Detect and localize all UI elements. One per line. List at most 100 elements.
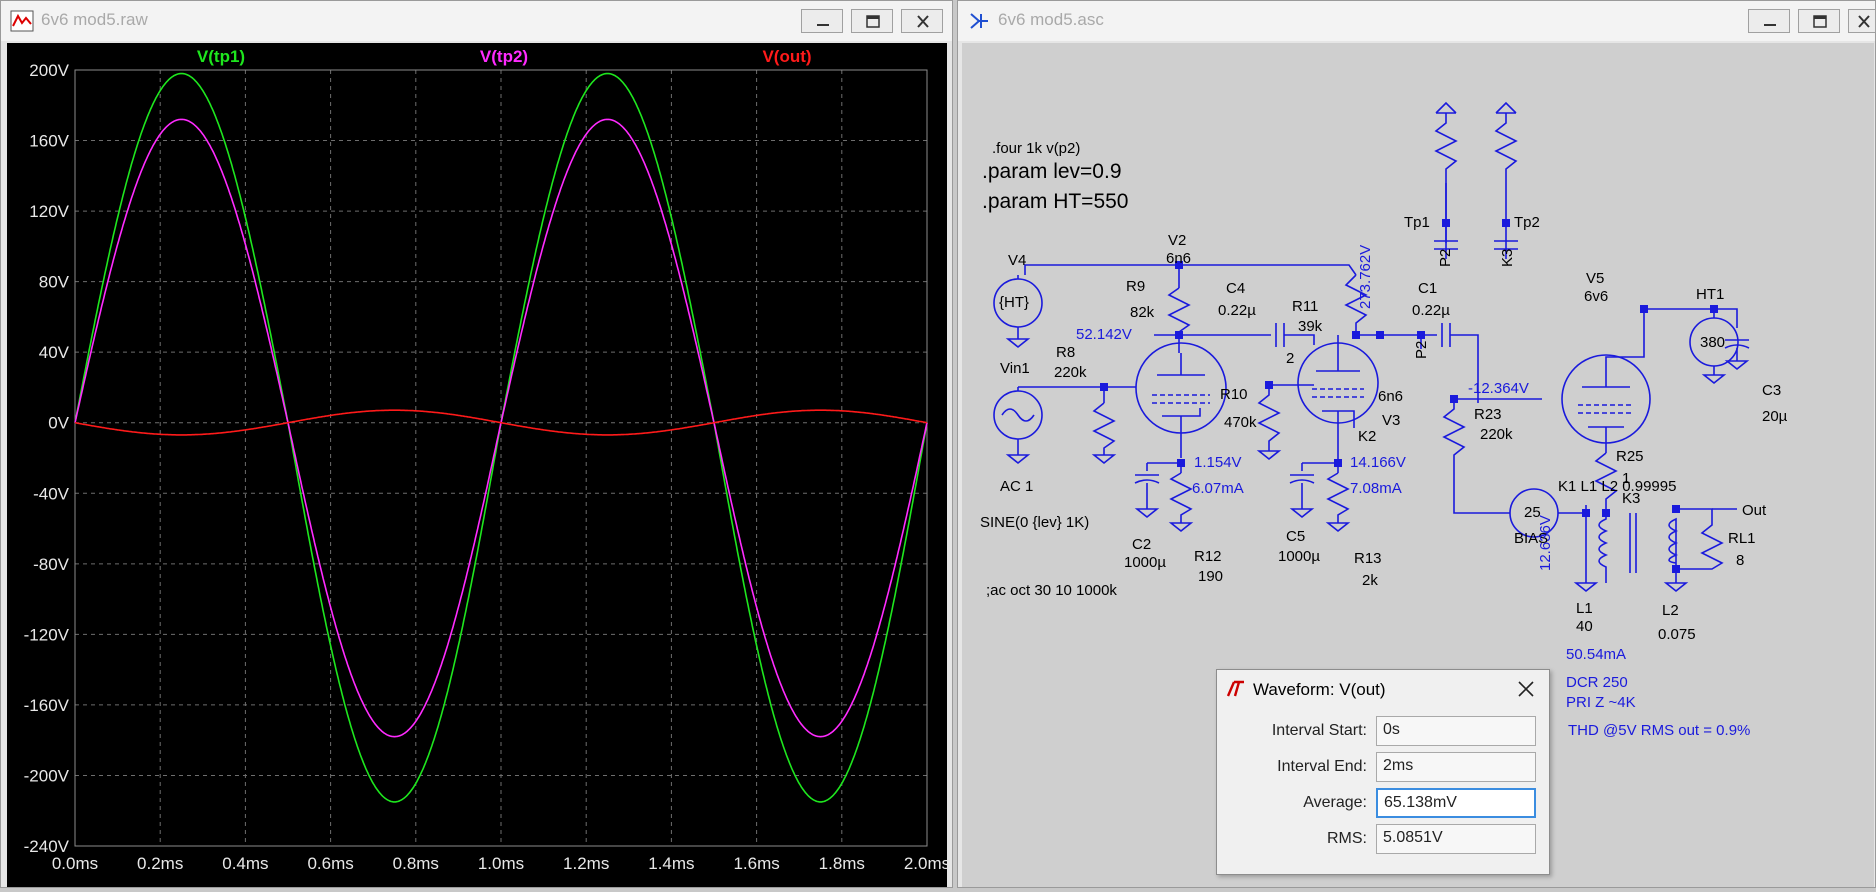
r25-value[interactable]: 1 (1622, 471, 1630, 486)
ac-directive[interactable]: ;ac oct 30 10 1000k (986, 583, 1117, 598)
plot-grid (74, 69, 928, 847)
r10-label[interactable]: R10 (1220, 387, 1248, 402)
minimize-icon (817, 24, 829, 26)
l2-label[interactable]: L2 (1662, 603, 1679, 618)
rl1-label[interactable]: RL1 (1728, 531, 1756, 546)
coupling-directive[interactable]: K1 L1 L2 0.99995 (1558, 479, 1676, 494)
r25-label[interactable]: R25 (1616, 449, 1644, 464)
net-label-p2-top[interactable]: P2 (1437, 249, 1454, 267)
r12-value[interactable]: 190 (1198, 569, 1223, 584)
c4-value[interactable]: 0.22µ (1218, 303, 1256, 318)
v2-label[interactable]: V2 (1168, 233, 1186, 248)
close-icon (917, 15, 929, 28)
c2-label[interactable]: C2 (1132, 537, 1151, 552)
r8-label[interactable]: R8 (1056, 345, 1075, 360)
l1-value[interactable]: 40 (1576, 619, 1593, 634)
sine-source-value[interactable]: SINE(0 {lev} 1K) (980, 515, 1089, 530)
net-label-k3[interactable]: K3 (1622, 491, 1640, 506)
param-lev-directive[interactable]: .param lev=0.9 (982, 161, 1122, 182)
c5-label[interactable]: C5 (1286, 529, 1305, 544)
minimize-button[interactable] (801, 9, 843, 33)
net-label-out[interactable]: Out (1742, 503, 1766, 518)
net-label-k3-top[interactable]: K3 (1499, 249, 1516, 267)
net-label-tp2[interactable]: Tp2 (1514, 215, 1540, 230)
c1-label[interactable]: C1 (1418, 281, 1437, 296)
note-pri-z[interactable]: PRI Z ~4K (1566, 695, 1636, 710)
r23-value[interactable]: 220k (1480, 427, 1513, 442)
x-tick-label: 2.0ms (904, 854, 947, 873)
schematic-titlebar[interactable]: 6v6 mod5.asc (958, 1, 1876, 41)
close-icon (1858, 15, 1870, 28)
rl1-value[interactable]: 8 (1736, 553, 1744, 568)
maximize-button[interactable] (1798, 9, 1840, 33)
legend-item[interactable]: V(out) (762, 47, 811, 66)
op-current-r12: 6.07mA (1192, 480, 1244, 497)
net-label-2[interactable]: 2 (1286, 351, 1294, 366)
x-tick-label: 1.0ms (478, 854, 524, 873)
minimize-button[interactable] (1748, 9, 1790, 33)
rms-field[interactable]: 5.0851V (1376, 824, 1536, 854)
vin1-value[interactable]: AC 1 (1000, 479, 1033, 494)
r13-label[interactable]: R13 (1354, 551, 1382, 566)
y-tick-label: 80V (39, 273, 70, 292)
r9-label[interactable]: R9 (1126, 279, 1145, 294)
dialog-close-icon[interactable] (1515, 678, 1537, 700)
c4-label[interactable]: C4 (1226, 281, 1245, 296)
v2-value[interactable]: 6n6 (1166, 251, 1191, 266)
r23-label[interactable]: R23 (1474, 407, 1502, 422)
interval-start-field[interactable]: 0s (1376, 716, 1536, 746)
l1-label[interactable]: L1 (1576, 601, 1593, 616)
x-tick-label: 1.8ms (819, 854, 865, 873)
waveform-viewer-window: 6v6 mod5.raw 200V 160V 120V 80V 40V 0V -40V -80… (0, 0, 953, 888)
net-label-k2[interactable]: K2 (1358, 429, 1376, 444)
v4-value[interactable]: {HT} (999, 295, 1029, 310)
ht1-label[interactable]: HT1 (1696, 287, 1724, 302)
average-label: Average: (1303, 794, 1367, 811)
close-button[interactable] (901, 9, 943, 33)
c3-value[interactable]: 20µ (1762, 409, 1787, 424)
r12-label[interactable]: R12 (1194, 549, 1222, 564)
v5-label[interactable]: V5 (1586, 271, 1604, 286)
r11-value[interactable]: 39k (1298, 319, 1322, 334)
v4-label[interactable]: V4 (1008, 253, 1026, 268)
average-field[interactable]: 65.138mV (1376, 788, 1536, 818)
schematic-app-icon (970, 13, 988, 29)
plot-titlebar[interactable]: 6v6 mod5.raw (1, 1, 952, 41)
c1-value[interactable]: 0.22µ (1412, 303, 1450, 318)
waveform-plot[interactable]: 200V 160V 120V 80V 40V 0V -40V -80V -120V -160V -2… (7, 43, 951, 887)
maximize-button[interactable] (851, 9, 893, 33)
x-tick-label: 1.4ms (648, 854, 694, 873)
r11-label[interactable]: R11 (1292, 299, 1318, 314)
r13-value[interactable]: 2k (1362, 573, 1378, 588)
c3-label[interactable]: C3 (1762, 383, 1781, 398)
net-label-p2[interactable]: P2 (1413, 341, 1430, 359)
c5-value[interactable]: 1000µ (1278, 549, 1320, 564)
four-directive[interactable]: .four 1k v(p2) (992, 141, 1080, 156)
legend-item[interactable]: V(tp2) (480, 47, 528, 66)
legend-item[interactable]: V(tp1) (197, 47, 245, 66)
r9-value[interactable]: 82k (1130, 305, 1154, 320)
close-button[interactable] (1848, 9, 1876, 33)
op-voltage-v2-plate: 52.142V (1076, 326, 1132, 343)
trace-vtp2[interactable] (74, 118, 928, 738)
x-tick-label: 1.2ms (563, 854, 609, 873)
ht1-value[interactable]: 380 (1700, 335, 1725, 350)
trace-legend[interactable]: V(tp1) V(tp2) V(out) (197, 47, 812, 66)
y-tick-label: 0V (48, 414, 69, 433)
v3-value[interactable]: 6n6 (1378, 389, 1403, 404)
c2-value[interactable]: 1000µ (1124, 555, 1166, 570)
plot-pane[interactable]: 200V 160V 120V 80V 40V 0V -40V -80V -120V -160V -2… (7, 43, 951, 887)
v5-value[interactable]: 6v6 (1584, 289, 1608, 304)
param-ht-directive[interactable]: .param HT=550 (982, 191, 1129, 212)
op-voltage-v3-cathode: 14.166V (1350, 454, 1406, 471)
note-thd[interactable]: THD @5V RMS out = 0.9% (1568, 723, 1750, 738)
net-label-tp1[interactable]: Tp1 (1404, 215, 1430, 230)
x-tick-label: 0.6ms (307, 854, 353, 873)
l2-value[interactable]: 0.075 (1658, 627, 1696, 642)
vin1-label[interactable]: Vin1 (1000, 361, 1030, 376)
r8-value[interactable]: 220k (1054, 365, 1087, 380)
note-dcr[interactable]: DCR 250 (1566, 675, 1628, 690)
v3-label[interactable]: V3 (1382, 413, 1400, 428)
r10-value[interactable]: 470k (1224, 415, 1257, 430)
interval-end-field[interactable]: 2ms (1376, 752, 1536, 782)
